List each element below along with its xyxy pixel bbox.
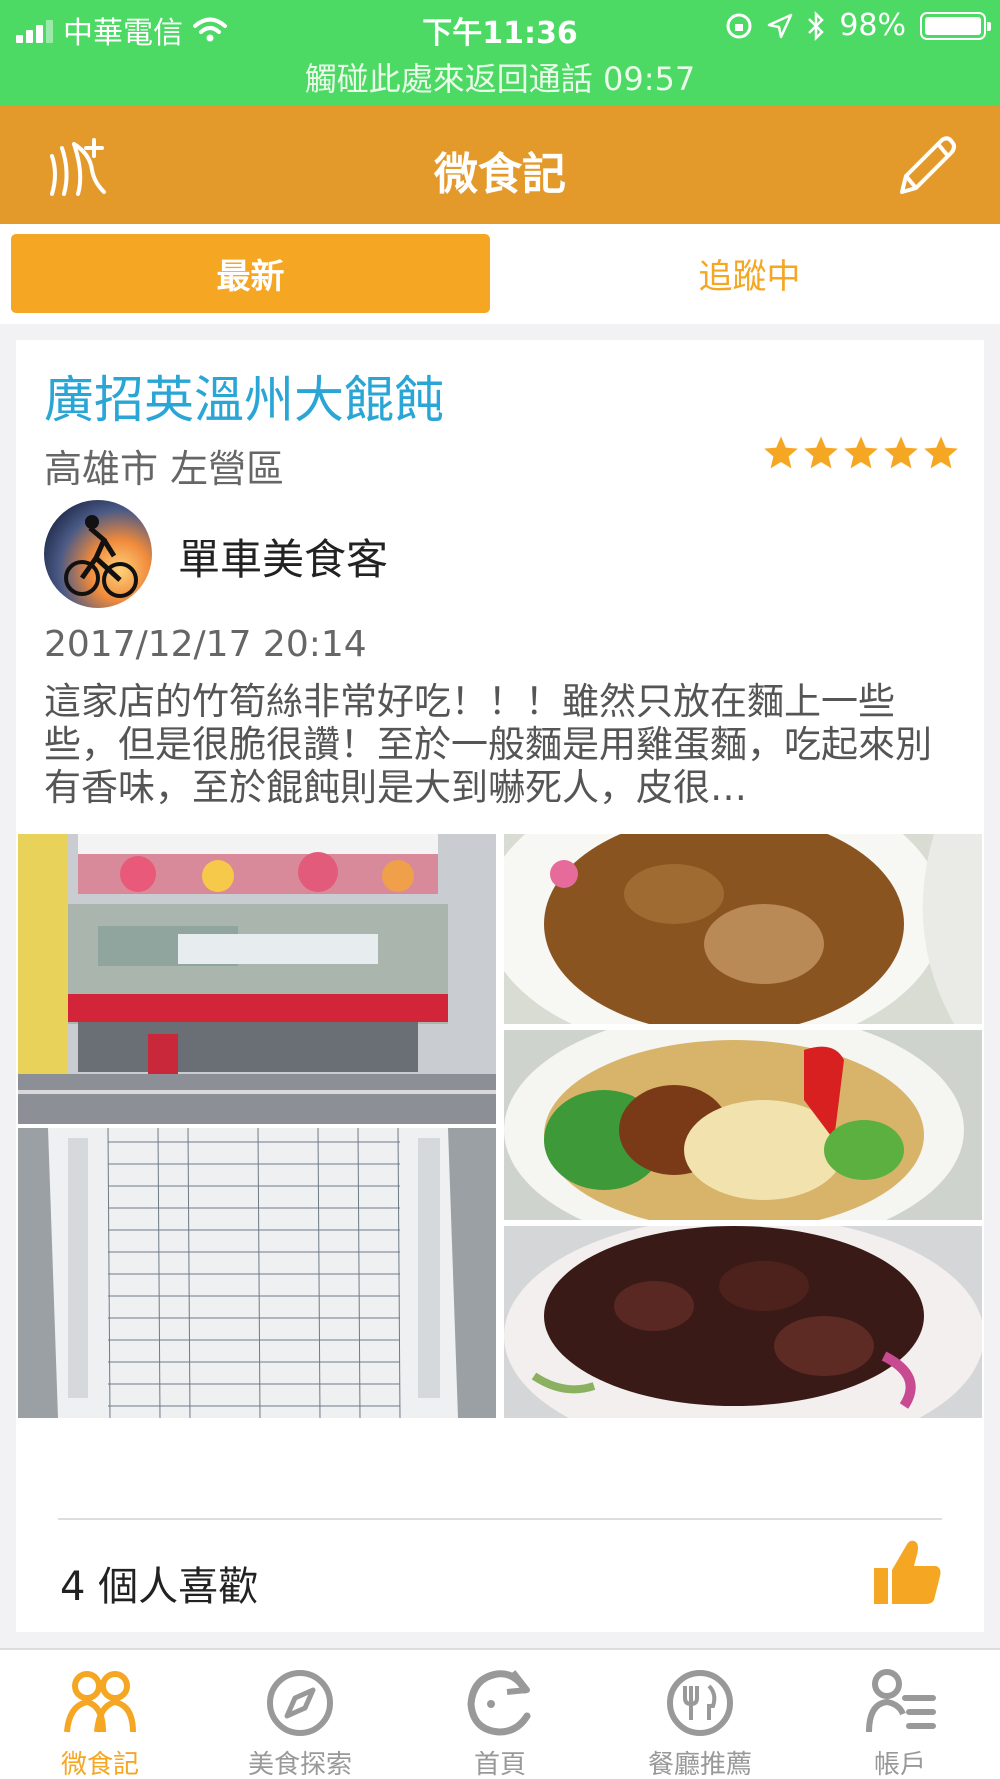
photo-dish-soup[interactable] <box>504 834 982 1024</box>
shop-location: 高雄市 左營區 <box>44 447 285 491</box>
compass-icon <box>267 1670 333 1736</box>
like-button[interactable] <box>872 1536 944 1608</box>
star-icon <box>844 436 878 469</box>
star-icon <box>884 436 918 469</box>
photo-menu[interactable] <box>18 1128 496 1418</box>
rating-stars <box>762 434 960 472</box>
thumbs-up-icon <box>874 1540 941 1604</box>
tab-weishiji[interactable]: 微食記 <box>0 1666 200 1779</box>
tab-home[interactable]: 首頁 <box>400 1666 600 1779</box>
refresh-icon <box>467 1670 531 1736</box>
tab-restaurant-recs[interactable]: 餐廳推薦 <box>600 1666 800 1779</box>
call-banner[interactable]: 觸碰此處來返回通話 09:57 <box>0 54 1000 100</box>
call-status-bar[interactable]: 中華電信 下午11:36 98% 觸碰此處來返回通話 09:57 <box>0 0 1000 106</box>
battery-percent: 98% <box>839 8 906 43</box>
tab-latest[interactable]: 最新 <box>11 234 490 313</box>
post-card[interactable]: 廣招英溫州大餛飩 高雄市 左營區 單車美食客 2017/12/17 20:14 … <box>16 340 984 1632</box>
location-arrow-icon <box>768 13 793 38</box>
star-icon <box>804 436 838 469</box>
like-count: 4 個人喜歡 <box>60 1564 259 1610</box>
tab-label: 美食探索 <box>247 1750 352 1779</box>
card-divider <box>58 1518 942 1520</box>
author-name[interactable]: 單車美食客 <box>178 526 388 587</box>
tab-following[interactable]: 追蹤中 <box>510 234 989 313</box>
tab-account[interactable]: 帳戶 <box>800 1666 1000 1779</box>
tab-food-explore[interactable]: 美食探索 <box>200 1666 400 1779</box>
post-text[interactable]: 這家店的竹筍絲非常好吃！！！雖然只放在麵上一些些，但是很脆很讚！至於一般麵是用雞… <box>44 680 964 812</box>
photo-dish-braised[interactable] <box>504 1226 982 1418</box>
star-icon <box>764 436 798 469</box>
compose-button[interactable] <box>896 132 960 198</box>
tab-label: 首頁 <box>473 1750 526 1779</box>
bottom-tab-bar: 微食記 美食探索 首頁 餐廳推薦 帳戶 <box>0 1648 1000 1779</box>
people-icon <box>64 1671 136 1733</box>
post-date: 2017/12/17 20:14 <box>44 624 367 665</box>
photo-grid <box>18 834 982 1488</box>
author-avatar[interactable] <box>44 500 152 608</box>
feed-tabs: 最新 追蹤中 <box>0 224 1000 324</box>
tab-label: 餐廳推薦 <box>647 1750 752 1779</box>
orientation-lock-icon <box>726 13 752 38</box>
photo-storefront[interactable] <box>18 834 496 1124</box>
star-icon <box>924 436 958 469</box>
nav-bar: 微食記 <box>0 106 1000 224</box>
plate-icon <box>667 1670 733 1736</box>
account-icon <box>866 1669 936 1733</box>
shop-name[interactable]: 廣招英溫州大餛飩 <box>44 360 444 432</box>
pencil-icon <box>900 136 956 194</box>
battery-icon <box>920 11 991 40</box>
status-bar: 中華電信 下午11:36 98% <box>0 0 1000 54</box>
tab-label: 帳戶 <box>873 1750 926 1779</box>
photo-dish-noodles[interactable] <box>504 1030 982 1220</box>
bluetooth-icon <box>808 10 825 41</box>
tab-label: 微食記 <box>60 1750 139 1779</box>
page-title: 微食記 <box>434 149 566 200</box>
